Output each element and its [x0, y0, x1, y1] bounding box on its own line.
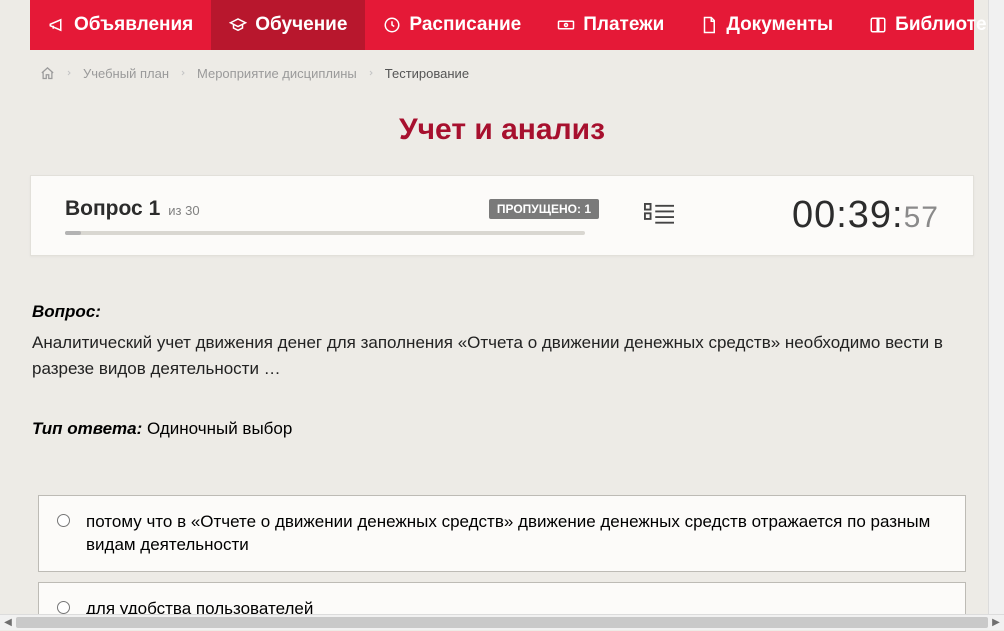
megaphone-icon: [48, 16, 66, 34]
timer: 00:39:57: [719, 194, 939, 237]
answer-type-label: Тип ответа:: [32, 419, 142, 438]
skipped-badge: ПРОПУЩЕНО: 1: [489, 199, 599, 219]
question-text: Аналитический учет движения денег для за…: [32, 330, 972, 383]
question-label: Вопрос:: [32, 302, 972, 322]
vertical-scrollbar[interactable]: [988, 0, 1004, 614]
breadcrumb: Учебный план Мероприятие дисциплины Тест…: [30, 58, 974, 95]
chevron-right-icon: [65, 66, 73, 81]
answer-option[interactable]: потому что в «Отчете о движении денежных…: [38, 495, 966, 573]
answer-type-row: Тип ответа: Одиночный выбор: [32, 419, 972, 439]
nav-item-education[interactable]: Обучение: [211, 0, 365, 50]
nav-label: Документы: [726, 14, 833, 36]
nav-label: Обучение: [255, 14, 347, 36]
scroll-left-icon[interactable]: ◀: [0, 615, 16, 631]
test-status-card: Вопрос 1 из 30 ПРОПУЩЕНО: 1: [30, 175, 974, 256]
nav-label: Объявления: [74, 14, 193, 36]
chevron-right-icon: [179, 66, 187, 81]
nav-item-schedule[interactable]: Расписание: [365, 0, 539, 50]
answer-text: потому что в «Отчете о движении денежных…: [86, 510, 947, 558]
clock-icon: [383, 16, 401, 34]
question-number: Вопрос 1: [65, 197, 160, 221]
breadcrumb-current: Тестирование: [385, 66, 469, 81]
graduation-cap-icon: [229, 16, 247, 34]
nav-item-payments[interactable]: Платежи: [539, 0, 682, 50]
progress-bar: [65, 231, 585, 235]
nav-item-announcements[interactable]: Объявления: [30, 0, 211, 50]
breadcrumb-link-discipline-event[interactable]: Мероприятие дисциплины: [197, 66, 357, 81]
answer-option[interactable]: для удобства пользователей: [38, 582, 966, 614]
breadcrumb-link-curriculum[interactable]: Учебный план: [83, 66, 169, 81]
nav-label: Расписание: [409, 14, 521, 36]
question-total: из 30: [168, 203, 199, 218]
main-navbar: Объявления Обучение Расписание Платежи Д…: [30, 0, 974, 50]
nav-item-library[interactable]: Библиотека: [851, 0, 1004, 50]
answer-text: для удобства пользователей: [86, 597, 313, 614]
answer-radio[interactable]: [57, 601, 70, 614]
page-title: Учет и анализ: [30, 113, 974, 147]
chevron-right-icon: [367, 66, 375, 81]
nav-item-documents[interactable]: Документы: [682, 0, 851, 50]
scroll-right-icon[interactable]: ▶: [988, 615, 1004, 631]
nav-label: Платежи: [583, 14, 664, 36]
question-list-icon[interactable]: [644, 203, 674, 229]
book-icon: [869, 16, 887, 34]
banknote-icon: [557, 16, 575, 34]
document-icon: [700, 16, 718, 34]
horizontal-scrollbar[interactable]: ◀ ▶: [0, 614, 1004, 630]
answer-type-value: Одиночный выбор: [147, 419, 292, 438]
home-icon[interactable]: [40, 66, 55, 81]
answer-radio[interactable]: [57, 514, 70, 527]
